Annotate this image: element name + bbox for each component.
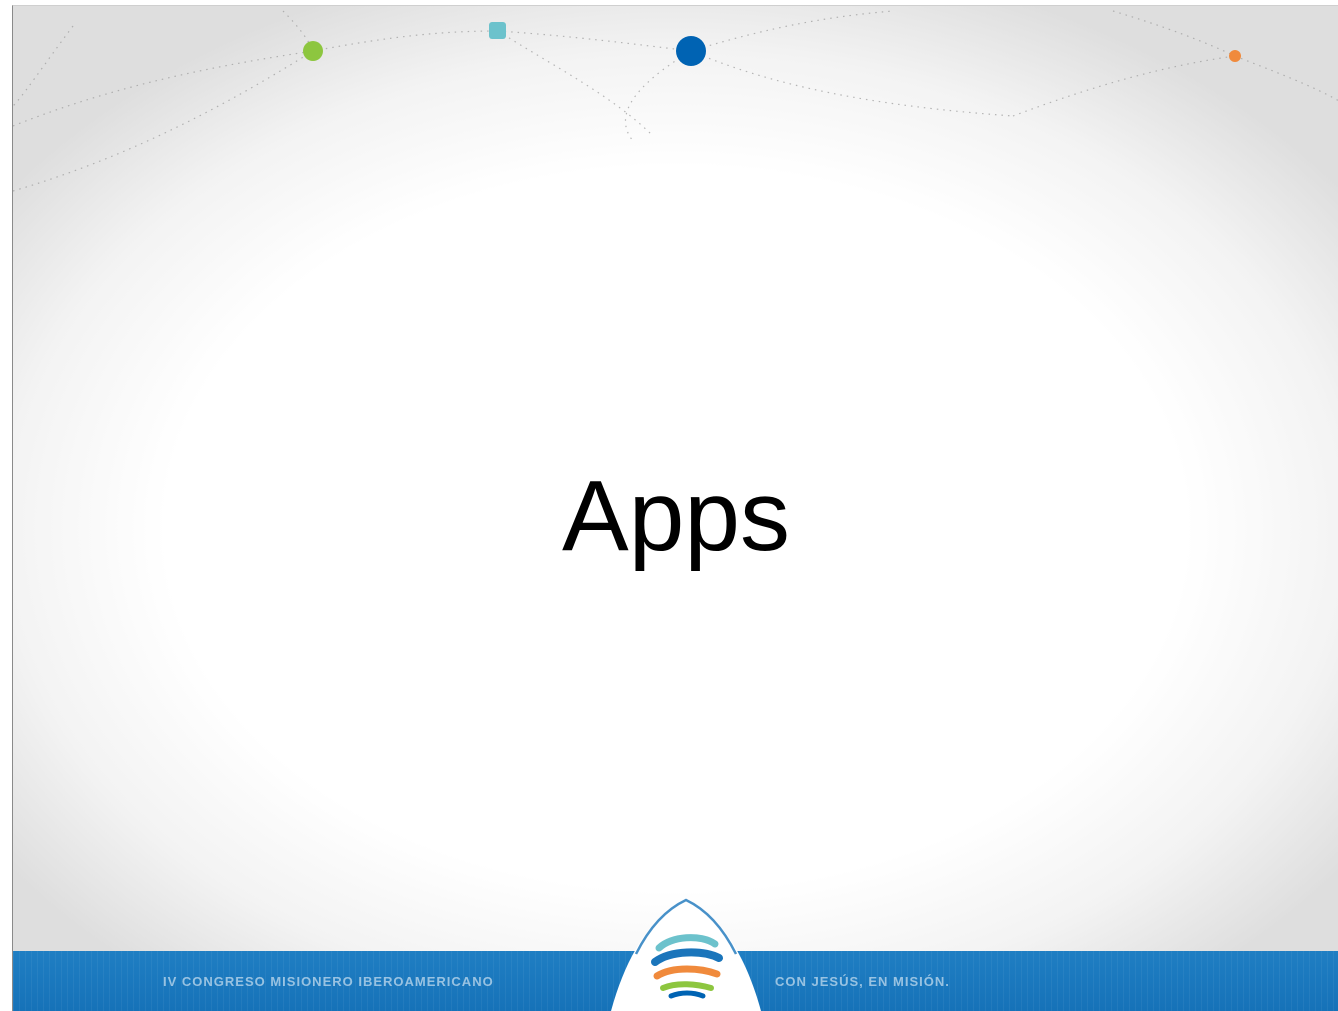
orange-dot-icon (1229, 50, 1241, 62)
footer-motto: CON JESÚS, EN MISIÓN. (775, 974, 950, 989)
slide-title: Apps (562, 460, 790, 572)
slide: Apps IV CONGRESO MISIONERO IBEROAMERICAN… (12, 5, 1338, 1011)
green-dot-icon (303, 41, 323, 61)
teal-square-icon (489, 22, 506, 39)
dotted-network-decoration (13, 10, 1338, 192)
footer-congress-name: IV CONGRESO MISIONERO IBEROAMERICANO (163, 974, 494, 989)
globe-ribbon-logo (611, 898, 761, 1011)
blue-dot-icon (676, 36, 706, 66)
